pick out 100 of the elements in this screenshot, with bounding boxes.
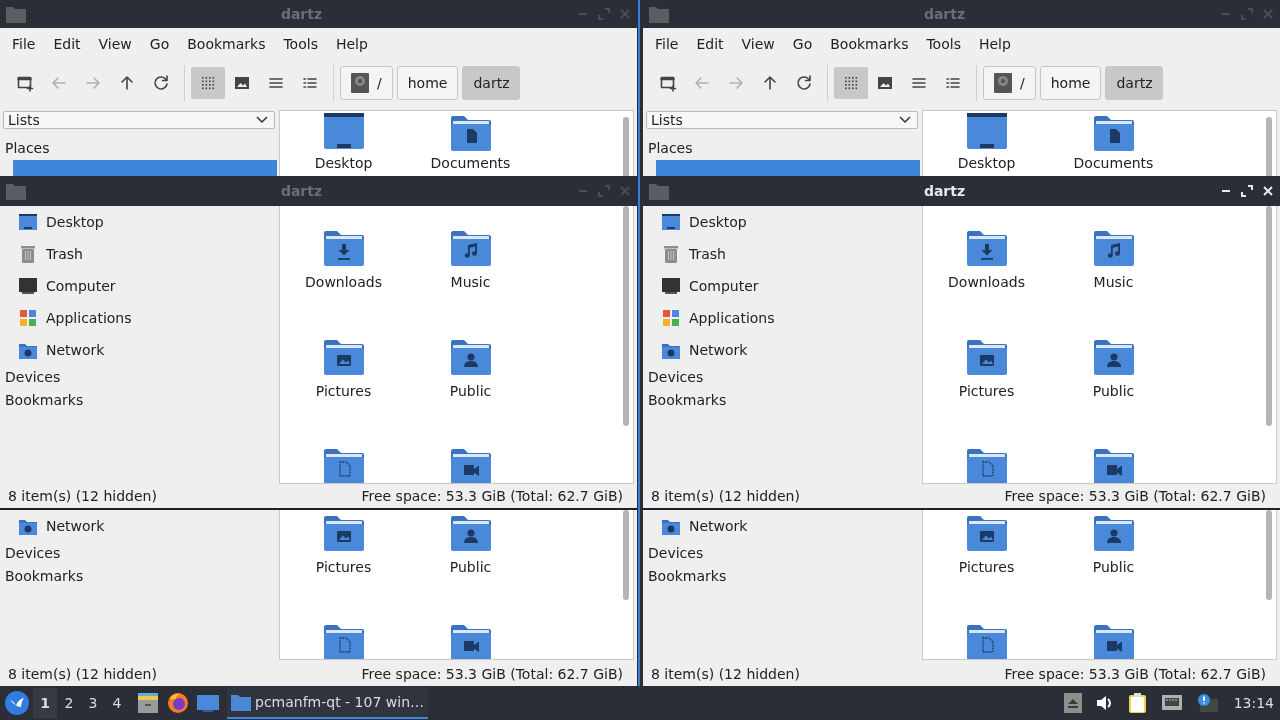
sidebar-item[interactable]: Desktop xyxy=(643,206,920,238)
clipboard-icon[interactable] xyxy=(1127,692,1148,714)
sidebar-item[interactable]: Applications xyxy=(643,302,920,334)
file-name[interactable]: Public xyxy=(449,383,492,399)
folder-icon[interactable] xyxy=(1093,513,1134,551)
sidebar-item[interactable]: Trash xyxy=(643,238,920,270)
file-name[interactable]: Pictures xyxy=(958,383,1015,399)
menu-item[interactable]: Edit xyxy=(44,36,90,52)
reload-icon xyxy=(794,73,814,93)
sidebar-item[interactable]: Computer xyxy=(643,270,920,302)
path-button[interactable]: dartz xyxy=(1105,66,1164,100)
path-button[interactable]: dartz xyxy=(462,66,521,100)
folder-icon[interactable] xyxy=(450,446,491,483)
menu-item[interactable]: Edit xyxy=(687,36,733,52)
file-name[interactable]: Pictures xyxy=(958,559,1015,575)
folder-icon[interactable] xyxy=(450,513,491,551)
folder-icon xyxy=(231,693,251,711)
menu-item[interactable]: File xyxy=(646,36,688,52)
start-menu-icon[interactable] xyxy=(5,691,29,715)
desktop-icon[interactable] xyxy=(323,113,364,151)
file-name[interactable]: Public xyxy=(1092,559,1135,575)
side-pane-dropdown[interactable]: Lists xyxy=(3,111,275,129)
folder-icon[interactable] xyxy=(966,228,1007,266)
folder-icon xyxy=(649,5,669,23)
scrollbar-thumb[interactable] xyxy=(1266,117,1272,176)
sidebar-item[interactable]: Network xyxy=(0,510,277,542)
folder-icon[interactable] xyxy=(1093,337,1134,375)
side-pane-dropdown[interactable]: Lists xyxy=(646,111,918,129)
scrollbar-thumb[interactable] xyxy=(1266,510,1272,600)
section-heading: Devices xyxy=(4,368,62,387)
menu-item[interactable]: File xyxy=(3,36,45,52)
scrollbar-thumb[interactable] xyxy=(623,510,629,600)
folder-icon[interactable] xyxy=(450,113,491,151)
menu-item[interactable]: View xyxy=(89,36,141,52)
workspace-button[interactable]: 3 xyxy=(81,688,105,718)
desktop-icon[interactable] xyxy=(966,113,1007,151)
eject-icon[interactable] xyxy=(1063,693,1082,713)
menu-item[interactable]: Tools xyxy=(274,36,327,52)
file-name[interactable]: Documents xyxy=(430,155,511,171)
sidebar-item[interactable]: Desktop xyxy=(0,206,277,238)
folder-icon[interactable] xyxy=(450,622,491,659)
network-icon[interactable] xyxy=(1161,694,1182,712)
menu-item[interactable]: View xyxy=(732,36,784,52)
folder-icon[interactable] xyxy=(966,622,1007,659)
path-button[interactable]: home xyxy=(396,66,459,100)
sidebar-item[interactable]: Network xyxy=(0,334,277,366)
file-name[interactable]: Public xyxy=(1092,383,1135,399)
browser-icon[interactable] xyxy=(167,692,189,714)
sidebar-item[interactable]: Computer xyxy=(0,270,277,302)
task-button[interactable]: pcmanfm-qt - 107 win… xyxy=(227,687,428,719)
folder-icon[interactable] xyxy=(323,622,364,659)
path-button[interactable]: home xyxy=(1039,66,1102,100)
folder-icon[interactable] xyxy=(323,446,364,483)
file-name[interactable]: Desktop xyxy=(957,155,1016,171)
folder-icon xyxy=(649,182,669,200)
folder-icon[interactable] xyxy=(450,228,491,266)
folder-icon[interactable] xyxy=(1093,228,1134,266)
file-name[interactable]: Documents xyxy=(1073,155,1154,171)
sidebar-item[interactable]: Applications xyxy=(0,302,277,334)
folder-icon[interactable] xyxy=(966,513,1007,551)
volume-icon[interactable] xyxy=(1095,694,1114,712)
file-name[interactable]: Public xyxy=(449,559,492,575)
folder-icon[interactable] xyxy=(450,337,491,375)
file-name[interactable]: Downloads xyxy=(948,274,1025,290)
menu-item[interactable]: Help xyxy=(969,36,1020,52)
sidebar-item[interactable]: Network xyxy=(643,334,920,366)
path-button[interactable]: / xyxy=(983,66,1036,100)
sidebar-item[interactable]: Trash xyxy=(0,238,277,270)
file-name[interactable]: Desktop xyxy=(314,155,373,171)
file-name[interactable]: Pictures xyxy=(315,383,372,399)
menu-item[interactable]: Bookmarks xyxy=(821,36,918,52)
folder-icon[interactable] xyxy=(966,337,1007,375)
file-cabinet-icon[interactable] xyxy=(137,692,159,714)
folder-icon[interactable] xyxy=(323,337,364,375)
folder-icon[interactable] xyxy=(323,228,364,266)
folder-icon[interactable] xyxy=(1093,113,1134,151)
folder-icon[interactable] xyxy=(966,446,1007,483)
workspace-button[interactable]: 2 xyxy=(57,688,81,718)
folder-icon[interactable] xyxy=(323,513,364,551)
menu-item[interactable]: Tools xyxy=(917,36,970,52)
file-name[interactable]: Music xyxy=(450,274,491,290)
scrollbar-thumb[interactable] xyxy=(623,117,629,176)
scrollbar-thumb[interactable] xyxy=(1266,206,1272,426)
menu-item[interactable]: Go xyxy=(140,36,179,52)
menu-item[interactable]: Go xyxy=(783,36,822,52)
workspace-button[interactable]: 1 xyxy=(33,688,57,718)
menu-item[interactable]: Bookmarks xyxy=(178,36,275,52)
menu-item[interactable]: Help xyxy=(326,36,377,52)
scrollbar-thumb[interactable] xyxy=(623,206,629,426)
folder-icon[interactable] xyxy=(1093,446,1134,483)
file-name[interactable]: Downloads xyxy=(305,274,382,290)
path-button[interactable]: / xyxy=(340,66,393,100)
item-count: 8 item(s) (12 hidden) xyxy=(8,666,157,682)
workspace-button[interactable]: 4 xyxy=(105,688,129,718)
folder-icon[interactable] xyxy=(1093,622,1134,659)
file-name[interactable]: Music xyxy=(1093,274,1134,290)
window-title: dartz xyxy=(279,6,324,22)
file-name[interactable]: Pictures xyxy=(315,559,372,575)
notification-icon[interactable] xyxy=(1195,693,1218,713)
sidebar-item[interactable]: Network xyxy=(643,510,920,542)
